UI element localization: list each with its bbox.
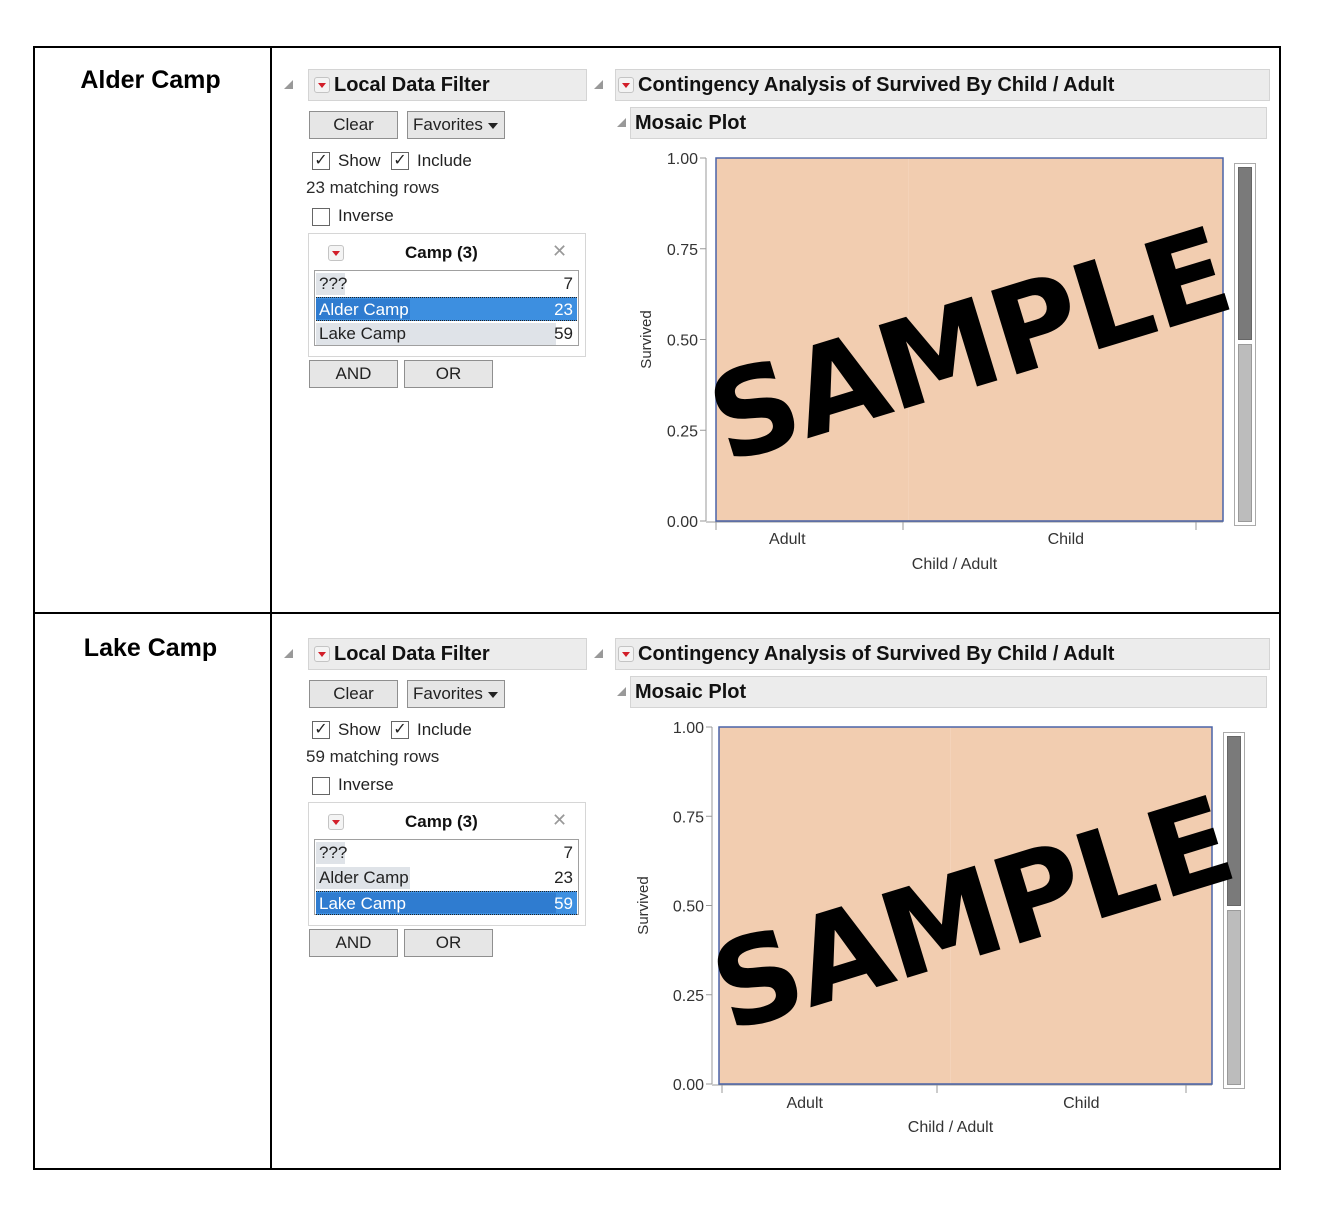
y-tick-label: 0.50 [673,899,704,916]
mosaic-slider[interactable] [1223,732,1245,1089]
y-axis-title: Survived [635,876,652,934]
slider-handle-lower[interactable] [1227,910,1241,1085]
mosaic-cell-child [950,727,1212,1084]
x-axis-title: Child / Adult [908,1119,994,1136]
mosaic-cell-adult [719,727,951,1084]
y-tick-label: 0.25 [673,988,704,1005]
y-tick-label: 1.00 [673,720,704,737]
slider-handle-upper[interactable] [1227,736,1241,907]
y-tick-label: 0.75 [673,809,704,826]
x-tick-label: Child [1063,1095,1099,1112]
x-tick-label: Adult [786,1095,823,1112]
mosaic-plot: 0.00 0.25 0.50 0.75 1.00 Survived Adult Child Ch… [635,720,1213,1136]
y-tick-label: 0.00 [673,1077,704,1094]
